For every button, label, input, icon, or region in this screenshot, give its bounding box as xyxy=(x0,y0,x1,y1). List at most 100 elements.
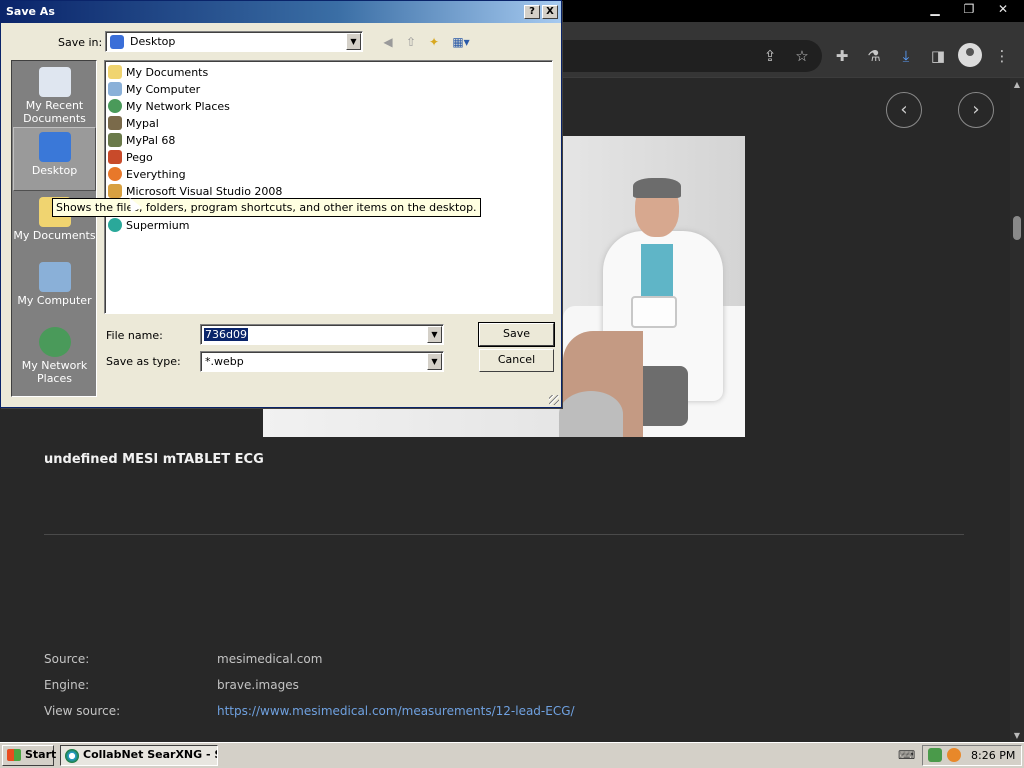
desktop-icon xyxy=(38,132,71,162)
close-window-icon[interactable]: ✕ xyxy=(988,1,1018,18)
clock[interactable]: 8:26 PM xyxy=(971,749,1015,762)
place-label: My Network Places xyxy=(21,359,88,385)
file-name-field[interactable]: 736d09 ▼ xyxy=(200,324,444,345)
browser-icon xyxy=(65,749,79,763)
save-as-dialog: Save As ? X Save in: Desktop ▼ ◀ ⇧ ✦ ▦▾ … xyxy=(0,0,562,408)
recent-documents-icon xyxy=(38,67,71,97)
search-icon xyxy=(108,167,122,181)
minimize-icon[interactable]: ▁ xyxy=(920,1,950,18)
file-name-value: 736d09 xyxy=(204,328,248,341)
back-icon[interactable]: ◀ xyxy=(379,34,397,50)
list-item[interactable]: My Computer xyxy=(108,81,200,97)
network-globe-icon xyxy=(108,99,122,113)
place-my-computer[interactable]: My Computer xyxy=(13,258,96,322)
dialog-title: Save As xyxy=(6,5,55,18)
save-in-label: Save in: xyxy=(58,36,103,49)
scroll-down-icon[interactable]: ▼ xyxy=(1012,731,1022,740)
file-name: MyPal 68 xyxy=(126,133,176,147)
system-tray: 8:26 PM xyxy=(922,745,1022,766)
file-list[interactable]: My Documents My Computer My Network Plac… xyxy=(104,60,553,314)
new-folder-icon[interactable]: ✦ xyxy=(425,34,443,50)
list-item[interactable]: Pego xyxy=(108,149,153,165)
place-desktop[interactable]: Desktop xyxy=(13,127,96,191)
scroll-thumb[interactable] xyxy=(1013,216,1021,240)
image-title: undefined MESI mTABLET ECG xyxy=(44,452,264,467)
windows-logo-icon xyxy=(7,749,21,761)
file-name: Pego xyxy=(126,150,153,164)
place-label: Desktop xyxy=(31,164,78,177)
file-name: My Computer xyxy=(126,82,201,96)
place-label: My Computer xyxy=(17,294,92,307)
labs-flask-icon[interactable]: ⚗ xyxy=(862,44,886,68)
extensions-icon[interactable]: ✚ xyxy=(830,44,854,68)
security-shield-icon[interactable] xyxy=(928,748,942,762)
view-menu-icon[interactable]: ▦▾ xyxy=(449,34,473,50)
taskbar-item-browser[interactable]: CollabNet SearXNG - S... xyxy=(60,745,218,766)
file-name: Everything xyxy=(126,167,186,181)
folder-icon xyxy=(108,65,122,79)
list-item[interactable]: My Network Places xyxy=(108,98,230,114)
view-source-link[interactable]: https://www.mesimedical.com/measurements… xyxy=(217,704,575,718)
page-scrollbar[interactable]: ▲ ▼ xyxy=(1010,78,1024,742)
list-item[interactable]: Everything xyxy=(108,166,186,182)
divider xyxy=(44,534,964,535)
save-type-dropdown[interactable]: *.webp ▼ xyxy=(200,351,444,372)
file-name: Mypal xyxy=(126,116,159,130)
shortcut-icon xyxy=(108,116,122,130)
meta-engine-value: brave.images xyxy=(217,678,299,692)
keyboard-icon[interactable]: ⌨ xyxy=(898,748,916,762)
side-panel-icon[interactable]: ◨ xyxy=(926,44,950,68)
list-item[interactable]: Supermium xyxy=(108,217,190,233)
help-button[interactable]: ? xyxy=(524,5,540,19)
meta-source-label: Source: xyxy=(44,652,90,666)
visual-studio-icon xyxy=(108,184,122,198)
close-button[interactable]: X xyxy=(542,5,558,19)
chevron-down-icon[interactable]: ▼ xyxy=(346,33,361,50)
place-my-recent-documents[interactable]: My Recent Documents xyxy=(13,63,96,127)
file-name: Microsoft Visual Studio 2008 xyxy=(126,184,283,198)
bookmark-star-icon[interactable]: ☆ xyxy=(790,44,814,68)
meta-engine-label: Engine: xyxy=(44,678,90,692)
previous-image-button[interactable]: ‹ xyxy=(886,92,922,128)
file-name: My Network Places xyxy=(126,99,230,113)
meta-source-value: mesimedical.com xyxy=(217,652,323,666)
start-label: Start xyxy=(25,748,57,761)
menu-kebab-icon[interactable]: ⋮ xyxy=(990,44,1014,68)
dialog-titlebar[interactable]: Save As ? X xyxy=(1,1,561,23)
address-bar[interactable] xyxy=(560,40,822,72)
file-name-label: File name: xyxy=(106,329,163,342)
share-icon[interactable]: ⇪ xyxy=(758,44,782,68)
network-globe-icon xyxy=(38,327,71,357)
resize-grip[interactable] xyxy=(549,395,559,405)
scroll-up-icon[interactable]: ▲ xyxy=(1012,80,1022,89)
restore-icon[interactable]: ❐ xyxy=(954,1,984,18)
file-name: Supermium xyxy=(126,218,190,232)
save-in-dropdown[interactable]: Desktop ▼ xyxy=(105,31,363,52)
photo-tablet xyxy=(631,296,677,328)
chevron-down-icon[interactable]: ▼ xyxy=(427,353,442,370)
save-in-value: Desktop xyxy=(130,35,176,48)
chevron-down-icon[interactable]: ▼ xyxy=(427,326,442,343)
list-item[interactable]: My Documents xyxy=(108,64,208,80)
up-folder-icon[interactable]: ⇧ xyxy=(402,34,420,50)
list-item[interactable]: Mypal xyxy=(108,115,159,131)
places-bar: My Recent Documents Desktop My Documents… xyxy=(11,60,97,397)
download-icon[interactable]: ⤓ xyxy=(894,44,918,68)
cancel-button[interactable]: Cancel xyxy=(479,349,554,372)
save-button[interactable]: Save xyxy=(478,322,555,347)
desktop-icon xyxy=(110,35,124,49)
next-image-button[interactable]: › xyxy=(958,92,994,128)
meta-view-source-label: View source: xyxy=(44,704,121,718)
start-button[interactable]: Start xyxy=(2,745,57,766)
profile-avatar[interactable] xyxy=(958,43,982,67)
desktop-tooltip: Shows the files, folders, program shortc… xyxy=(52,198,481,217)
save-type-label: Save as type: xyxy=(106,355,181,368)
shortcut-icon xyxy=(108,150,122,164)
file-name: My Documents xyxy=(126,65,209,79)
computer-icon xyxy=(108,82,122,96)
supermium-icon xyxy=(108,218,122,232)
list-item[interactable]: MyPal 68 xyxy=(108,132,175,148)
search-tray-icon[interactable] xyxy=(947,748,961,762)
place-my-network-places[interactable]: My Network Places xyxy=(13,323,96,387)
shortcut-icon xyxy=(108,133,122,147)
